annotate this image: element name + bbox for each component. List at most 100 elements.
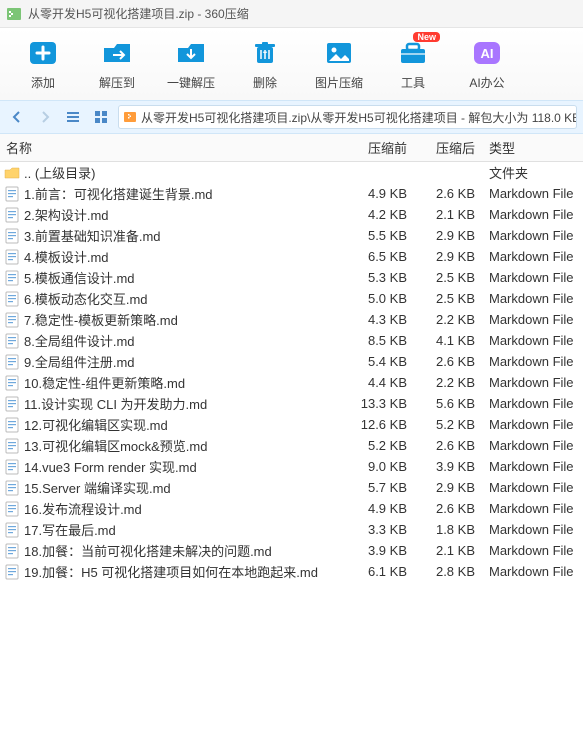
file-row[interactable]: 1.前言：可视化搭建诞生背景.md4.9 KB2.6 KBMarkdown Fi… xyxy=(0,183,583,204)
nav-back-button[interactable] xyxy=(6,106,28,128)
toolbar-label: 解压到 xyxy=(99,74,135,91)
file-type: Markdown File xyxy=(483,480,583,495)
file-type: Markdown File xyxy=(483,564,583,579)
file-size-after: 2.1 KB xyxy=(415,207,483,222)
trash-icon xyxy=(248,38,282,68)
file-row[interactable]: 3.前置基础知识准备.md5.5 KB2.9 KBMarkdown File xyxy=(0,225,583,246)
toolbar-label: AI办公 xyxy=(469,74,504,91)
file-name-text: 17.写在最后.md xyxy=(24,520,116,539)
nav-forward-button[interactable] xyxy=(34,106,56,128)
file-type: 文件夹 xyxy=(483,163,583,182)
markdown-file-icon xyxy=(4,480,20,496)
file-row[interactable]: 17.写在最后.md3.3 KB1.8 KBMarkdown File xyxy=(0,519,583,540)
ai-button[interactable]: AI AI办公 xyxy=(450,30,524,98)
file-row[interactable]: 11.设计实现 CLI 为开发助力.md13.3 KB5.6 KBMarkdow… xyxy=(0,393,583,414)
file-row[interactable]: 16.发布流程设计.md4.9 KB2.6 KBMarkdown File xyxy=(0,498,583,519)
markdown-file-icon xyxy=(4,396,20,412)
col-header-name[interactable]: 名称 xyxy=(0,138,345,157)
svg-text:AI: AI xyxy=(481,46,494,61)
parent-dir-row[interactable]: .. (上级目录)文件夹 xyxy=(0,162,583,183)
tools-button[interactable]: 工具New xyxy=(376,30,450,98)
file-type: Markdown File xyxy=(483,522,583,537)
file-size-before: 12.6 KB xyxy=(345,417,415,432)
img-zip-button[interactable]: 图片压缩 xyxy=(302,30,376,98)
window-title: 从零开发H5可视化搭建项目.zip - 360压缩 xyxy=(28,5,249,22)
file-type: Markdown File xyxy=(483,396,583,411)
file-size-after: 2.6 KB xyxy=(415,438,483,453)
file-name-text: 14.vue3 Form render 实现.md xyxy=(24,457,197,476)
file-size-before: 5.3 KB xyxy=(345,270,415,285)
app-icon xyxy=(6,6,22,22)
folder-out-icon xyxy=(100,38,134,68)
file-type: Markdown File xyxy=(483,291,583,306)
file-row[interactable]: 10.稳定性-组件更新策略.md4.4 KB2.2 KBMarkdown Fil… xyxy=(0,372,583,393)
image-icon xyxy=(322,38,356,68)
file-size-before: 3.3 KB xyxy=(345,522,415,537)
file-row[interactable]: 4.模板设计.md6.5 KB2.9 KBMarkdown File xyxy=(0,246,583,267)
pathbar: 从零开发H5可视化搭建项目.zip\从零开发H5可视化搭建项目 - 解包大小为 … xyxy=(0,100,583,134)
file-size-after: 2.1 KB xyxy=(415,543,483,558)
file-size-before: 5.2 KB xyxy=(345,438,415,453)
file-row[interactable]: 14.vue3 Form render 实现.md9.0 KB3.9 KBMar… xyxy=(0,456,583,477)
markdown-file-icon xyxy=(4,501,20,517)
file-type: Markdown File xyxy=(483,459,583,474)
extract-to-button[interactable]: 解压到 xyxy=(80,30,154,98)
archive-icon xyxy=(123,109,137,125)
delete-button[interactable]: 删除 xyxy=(228,30,302,98)
col-header-after[interactable]: 压缩后 xyxy=(415,138,483,157)
markdown-file-icon xyxy=(4,207,20,223)
view-list-button[interactable] xyxy=(62,106,84,128)
file-size-before: 4.9 KB xyxy=(345,186,415,201)
file-type: Markdown File xyxy=(483,228,583,243)
file-type: Markdown File xyxy=(483,207,583,222)
file-row[interactable]: 13.可视化编辑区mock&预览.md5.2 KB2.6 KBMarkdown … xyxy=(0,435,583,456)
file-name-text: 18.加餐：当前可视化搭建未解决的问题.md xyxy=(24,541,272,560)
file-size-before: 5.5 KB xyxy=(345,228,415,243)
markdown-file-icon xyxy=(4,522,20,538)
folder-down-icon xyxy=(174,38,208,68)
column-headers: 名称 压缩前 压缩后 类型 xyxy=(0,134,583,162)
markdown-file-icon xyxy=(4,459,20,475)
file-size-before: 4.4 KB xyxy=(345,375,415,390)
toolbox-icon xyxy=(396,38,430,68)
file-size-after: 4.1 KB xyxy=(415,333,483,348)
file-size-before: 4.9 KB xyxy=(345,501,415,516)
file-row[interactable]: 12.可视化编辑区实现.md12.6 KB5.2 KBMarkdown File xyxy=(0,414,583,435)
one-click-button[interactable]: 一键解压 xyxy=(154,30,228,98)
markdown-file-icon xyxy=(4,333,20,349)
file-type: Markdown File xyxy=(483,186,583,201)
folder-icon xyxy=(4,165,20,181)
file-name-text: 15.Server 端编译实现.md xyxy=(24,478,171,497)
toolbar: 添加 解压到 一键解压删除图片压缩工具New AI AI办公 xyxy=(0,28,583,100)
path-text: 从零开发H5可视化搭建项目.zip\从零开发H5可视化搭建项目 - 解包大小为 … xyxy=(141,109,577,126)
markdown-file-icon xyxy=(4,354,20,370)
file-row[interactable]: 2.架构设计.md4.2 KB2.1 KBMarkdown File xyxy=(0,204,583,225)
file-name-text: 5.模板通信设计.md xyxy=(24,268,135,287)
file-row[interactable]: 15.Server 端编译实现.md 5.7 KB2.9 KBMarkdown F… xyxy=(0,477,583,498)
path-field[interactable]: 从零开发H5可视化搭建项目.zip\从零开发H5可视化搭建项目 - 解包大小为 … xyxy=(118,105,577,129)
file-row[interactable]: 5.模板通信设计.md5.3 KB2.5 KBMarkdown File xyxy=(0,267,583,288)
file-row[interactable]: 6.模板动态化交互.md5.0 KB2.5 KBMarkdown File xyxy=(0,288,583,309)
new-badge: New xyxy=(413,32,440,42)
file-name-text: 11.设计实现 CLI 为开发助力.md xyxy=(24,394,207,413)
file-size-after: 2.2 KB xyxy=(415,312,483,327)
toolbar-label: 添加 xyxy=(31,74,55,91)
file-name-text: 9.全局组件注册.md xyxy=(24,352,135,371)
markdown-file-icon xyxy=(4,312,20,328)
file-row[interactable]: 7.稳定性-模板更新策略.md4.3 KB2.2 KBMarkdown File xyxy=(0,309,583,330)
file-type: Markdown File xyxy=(483,270,583,285)
markdown-file-icon xyxy=(4,438,20,454)
col-header-before[interactable]: 压缩前 xyxy=(345,138,415,157)
add-button[interactable]: 添加 xyxy=(6,30,80,98)
file-size-after: 2.9 KB xyxy=(415,480,483,495)
view-grid-button[interactable] xyxy=(90,106,112,128)
col-header-type[interactable]: 类型 xyxy=(483,138,583,157)
file-row[interactable]: 19.加餐：H5 可视化搭建项目如何在本地跑起来.md6.1 KB2.8 KBM… xyxy=(0,561,583,582)
file-row[interactable]: 8.全局组件设计.md8.5 KB4.1 KBMarkdown File xyxy=(0,330,583,351)
file-row[interactable]: 9.全局组件注册.md5.4 KB2.6 KBMarkdown File xyxy=(0,351,583,372)
file-name-text: 16.发布流程设计.md xyxy=(24,499,142,518)
file-row[interactable]: 18.加餐：当前可视化搭建未解决的问题.md3.9 KB2.1 KBMarkdo… xyxy=(0,540,583,561)
markdown-file-icon xyxy=(4,375,20,391)
file-size-before: 5.7 KB xyxy=(345,480,415,495)
plus-icon xyxy=(26,38,60,68)
